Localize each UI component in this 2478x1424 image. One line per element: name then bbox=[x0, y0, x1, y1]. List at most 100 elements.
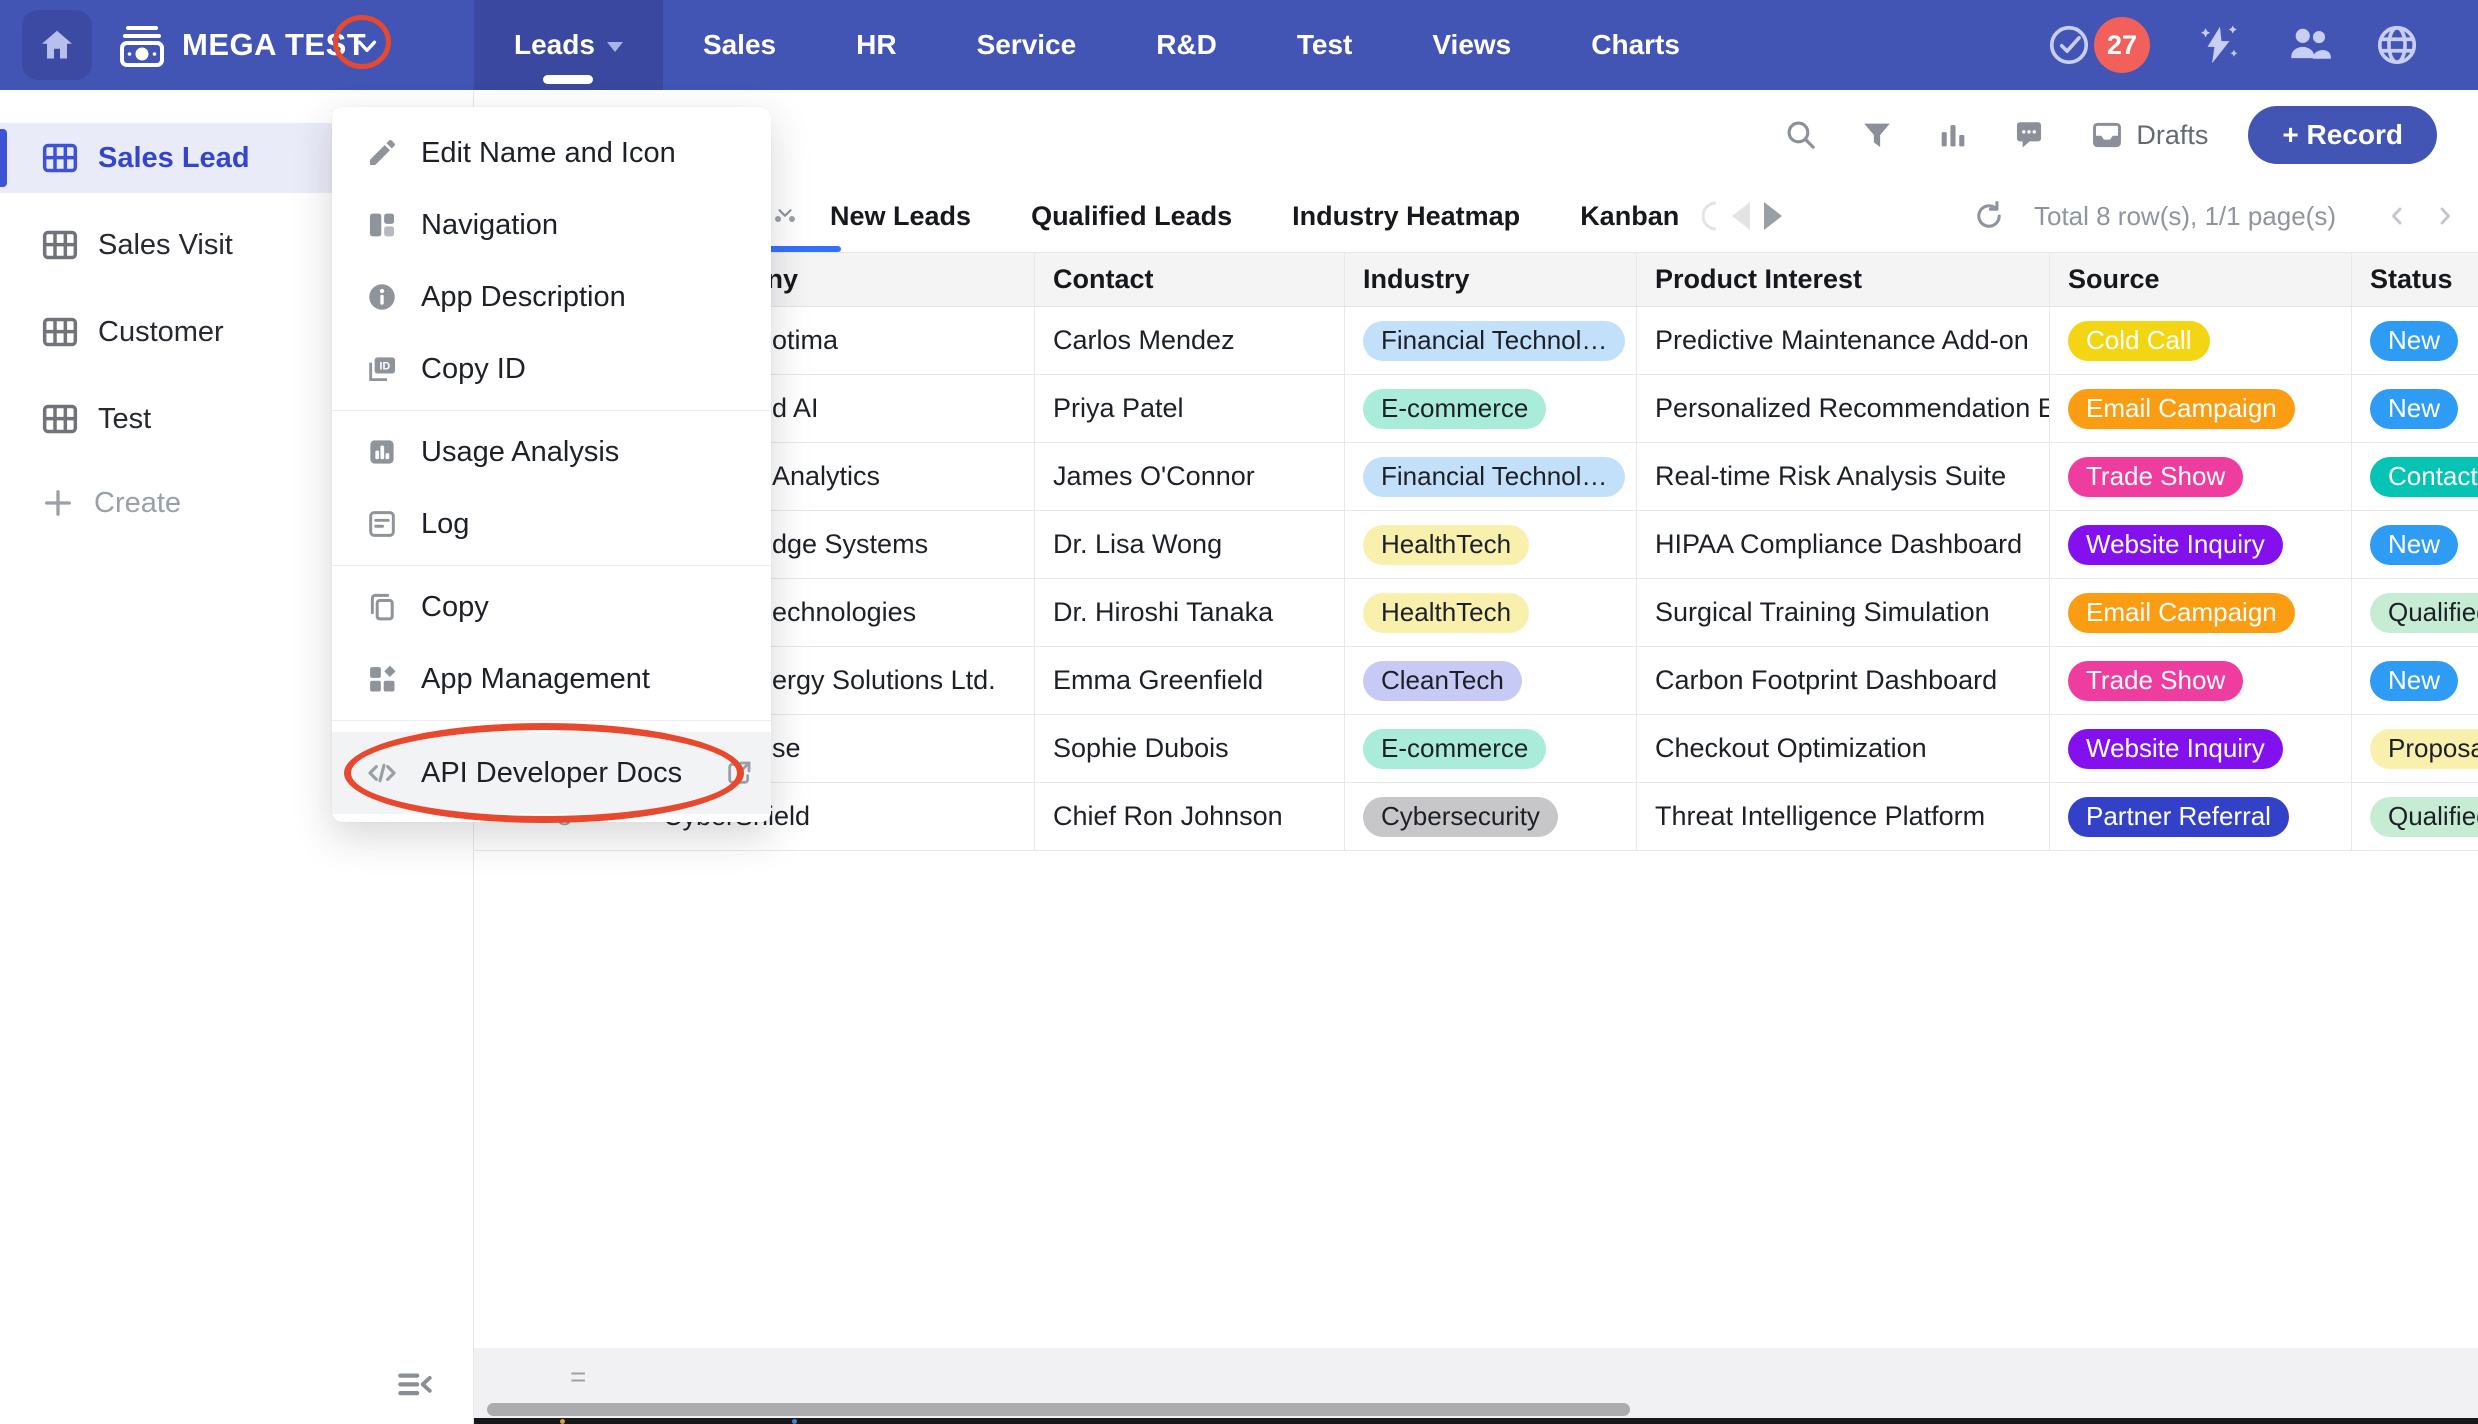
red-annotation-circle-api-docs bbox=[344, 723, 744, 823]
search-icon[interactable] bbox=[1784, 118, 1818, 152]
table-row[interactable]: Analytics James O'Connor Financial Techn… bbox=[474, 443, 2478, 511]
app-options-menu: Edit Name and Icon Navigation App Descri… bbox=[332, 107, 771, 822]
pencil-icon bbox=[365, 136, 399, 170]
source-tag: Website Inquiry bbox=[2068, 525, 2283, 565]
sidebar-collapse-button[interactable] bbox=[392, 1362, 436, 1406]
table-row[interactable]: se Sophie Dubois E-commerce Checkout Opt… bbox=[474, 715, 2478, 783]
menu-item-copy-id[interactable]: ID Copy ID bbox=[332, 333, 771, 405]
menu-item-copy[interactable]: Copy bbox=[332, 571, 771, 643]
status-tag: New bbox=[2370, 525, 2458, 565]
tasks-check-circle-icon[interactable] bbox=[2046, 22, 2092, 68]
globe-icon[interactable] bbox=[2374, 22, 2420, 68]
contact-cell: Chief Ron Johnson bbox=[1035, 783, 1345, 850]
table-row[interactable]: ergy Solutions Ltd. Emma Greenfield Clea… bbox=[474, 647, 2478, 715]
horizontal-scrollbar[interactable] bbox=[487, 1403, 1630, 1416]
product-interest-cell: Personalized Recommendation En bbox=[1637, 375, 2050, 442]
contact-cell: Emma Greenfield bbox=[1035, 647, 1345, 714]
next-page-icon[interactable] bbox=[2430, 201, 2460, 231]
nav-tab-rd[interactable]: R&D bbox=[1116, 0, 1257, 90]
copy-icon bbox=[365, 590, 399, 624]
table-row[interactable]: dge Systems Dr. Lisa Wong HealthTech HIP… bbox=[474, 511, 2478, 579]
menu-item-app-description[interactable]: App Description bbox=[332, 261, 771, 333]
scroll-tabs-left-icon[interactable] bbox=[1732, 202, 1750, 230]
status-tag: New bbox=[2370, 389, 2458, 429]
company-cell: se bbox=[772, 733, 801, 764]
blocks-icon bbox=[365, 662, 399, 696]
industry-tag: Financial Technol… bbox=[1363, 321, 1625, 361]
nav-tab-label: Sales bbox=[703, 29, 776, 61]
chart-icon[interactable] bbox=[1936, 118, 1970, 152]
column-header-product-interest[interactable]: Product Interest bbox=[1637, 253, 2050, 306]
status-tag: Proposal bbox=[2370, 729, 2478, 769]
view-tab-industry-heatmap[interactable]: Industry Heatmap bbox=[1292, 201, 1520, 232]
filter-icon[interactable] bbox=[1860, 118, 1894, 152]
scroll-tabs-right-icon[interactable] bbox=[1764, 202, 1782, 230]
automation-bolt-icon[interactable] bbox=[2196, 22, 2242, 68]
table-row[interactable]: d AI Priya Patel E-commerce Personalized… bbox=[474, 375, 2478, 443]
comment-icon[interactable] bbox=[2012, 118, 2046, 152]
nav-tab-label: HR bbox=[856, 29, 896, 61]
nav-tab-sales[interactable]: Sales bbox=[663, 0, 816, 90]
menu-item-log[interactable]: Log bbox=[332, 488, 771, 560]
layout-icon bbox=[365, 208, 399, 242]
nav-tab-service[interactable]: Service bbox=[937, 0, 1117, 90]
table-grid-icon bbox=[40, 225, 80, 265]
drafts-button[interactable]: Drafts bbox=[2090, 118, 2208, 152]
nav-tab-label: Test bbox=[1297, 29, 1353, 61]
menu-item-edit-name-and-icon[interactable]: Edit Name and Icon bbox=[332, 117, 771, 189]
table-row[interactable]: otima Carlos Mendez Financial Technol… P… bbox=[474, 307, 2478, 375]
menu-item-navigation[interactable]: Navigation bbox=[332, 189, 771, 261]
column-header-status[interactable]: Status bbox=[2352, 253, 2478, 306]
contact-cell: Dr. Lisa Wong bbox=[1035, 511, 1345, 578]
nav-tab-leads[interactable]: Leads bbox=[474, 0, 663, 90]
notification-badge[interactable]: 27 bbox=[2094, 17, 2150, 73]
nav-tab-test[interactable]: Test bbox=[1257, 0, 1393, 90]
nav-tab-charts[interactable]: Charts bbox=[1551, 0, 1720, 90]
menu-separator bbox=[332, 565, 771, 566]
members-people-icon[interactable] bbox=[2284, 20, 2334, 70]
nav-tab-label: Leads bbox=[514, 29, 595, 61]
table-row[interactable]: 8 CyberShield Chief Ron Johnson Cybersec… bbox=[474, 783, 2478, 851]
home-icon bbox=[38, 26, 76, 64]
table-grid-icon bbox=[40, 312, 80, 352]
plus-icon bbox=[40, 485, 76, 521]
chevron-down-icon bbox=[607, 42, 623, 52]
view-tab-kanban[interactable]: Kanban bbox=[1580, 201, 1679, 232]
view-tab-new-leads[interactable]: New Leads bbox=[830, 201, 971, 232]
menu-item-label: Usage Analysis bbox=[421, 436, 619, 469]
view-tab-qualified-leads[interactable]: Qualified Leads bbox=[1031, 201, 1232, 232]
menu-separator bbox=[332, 410, 771, 411]
column-header-industry[interactable]: Industry bbox=[1345, 253, 1637, 306]
nav-tab-label: R&D bbox=[1156, 29, 1217, 61]
nav-tab-label: Service bbox=[977, 29, 1077, 61]
table-row[interactable]: echnologies Dr. Hiroshi Tanaka HealthTec… bbox=[474, 579, 2478, 647]
company-cell: dge Systems bbox=[772, 529, 928, 560]
prev-page-icon[interactable] bbox=[2382, 201, 2412, 231]
svg-text:ID: ID bbox=[380, 360, 391, 372]
source-tag: Cold Call bbox=[2068, 321, 2210, 361]
home-button[interactable] bbox=[22, 10, 92, 80]
column-header-source[interactable]: Source bbox=[2050, 253, 2352, 306]
company-cell: d AI bbox=[772, 393, 819, 424]
red-annotation-circle-chevron bbox=[333, 15, 391, 69]
product-interest-cell: Carbon Footprint Dashboard bbox=[1637, 647, 2050, 714]
status-tag: Qualified bbox=[2370, 797, 2478, 837]
nav-tab-hr[interactable]: HR bbox=[816, 0, 936, 90]
menu-item-usage-analysis[interactable]: Usage Analysis bbox=[332, 416, 771, 488]
add-record-button[interactable]: + Record bbox=[2248, 106, 2437, 164]
contact-cell: Sophie Dubois bbox=[1035, 715, 1345, 782]
menu-item-app-management[interactable]: App Management bbox=[332, 643, 771, 715]
table-grid-icon bbox=[40, 399, 80, 439]
nav-tab-views[interactable]: Views bbox=[1392, 0, 1551, 90]
drafts-label: Drafts bbox=[2136, 120, 2208, 151]
source-tag: Trade Show bbox=[2068, 457, 2243, 497]
source-tag: Partner Referral bbox=[2068, 797, 2289, 837]
company-cell: echnologies bbox=[772, 597, 916, 628]
source-tag: Website Inquiry bbox=[2068, 729, 2283, 769]
content-toolbar: Drafts + Record bbox=[474, 90, 2478, 180]
row-height-handle[interactable]: = bbox=[570, 1348, 586, 1406]
active-view-chevron-down-icon[interactable] bbox=[774, 202, 796, 229]
industry-tag: HealthTech bbox=[1363, 525, 1529, 565]
refresh-icon[interactable] bbox=[1972, 199, 2006, 233]
column-header-contact[interactable]: Contact bbox=[1035, 253, 1345, 306]
